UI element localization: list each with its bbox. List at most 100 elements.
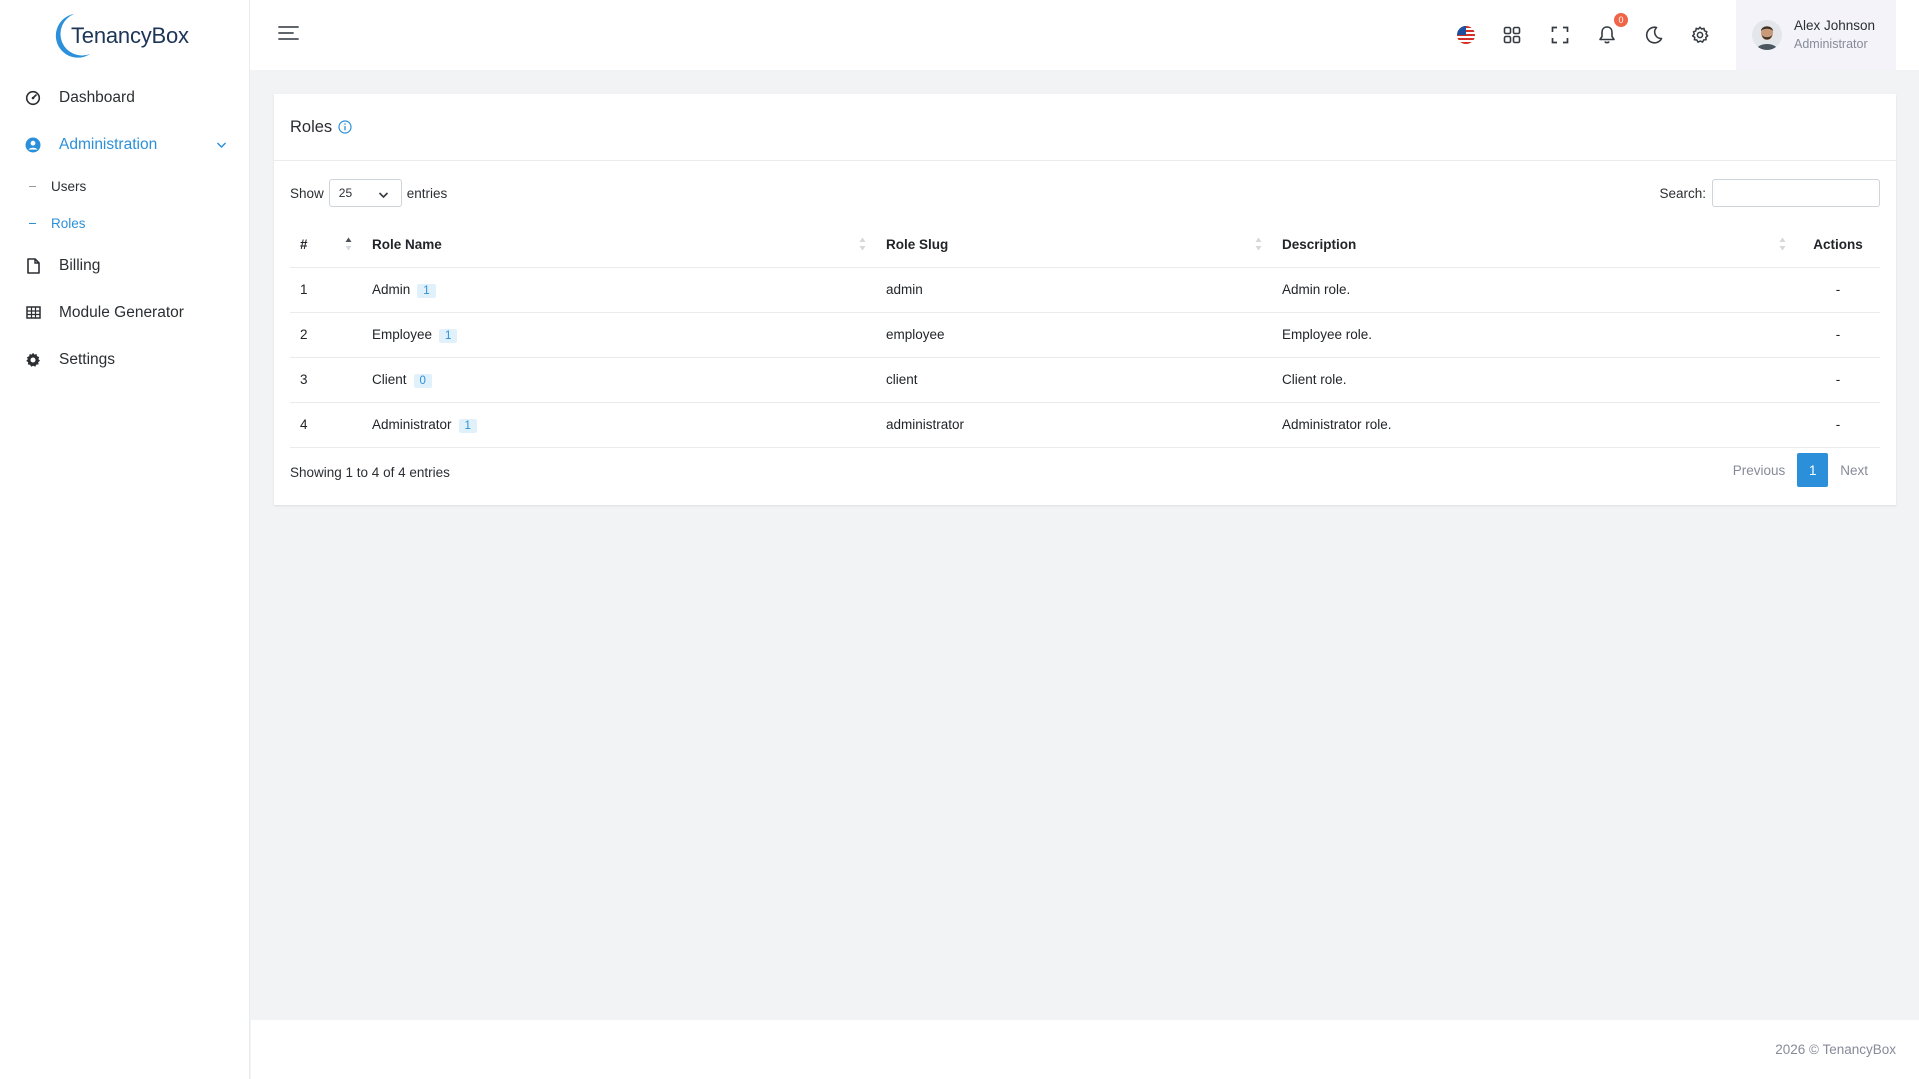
user-count-badge: 1 bbox=[417, 283, 436, 298]
file-icon bbox=[24, 257, 42, 275]
entries-select-value: 25 bbox=[338, 186, 353, 200]
page-1-button[interactable]: 1 bbox=[1797, 453, 1829, 487]
table-header-row: # Role Name Role Slug Description Action… bbox=[290, 222, 1880, 268]
dash-marker bbox=[29, 186, 36, 187]
table-row: 1 Admin 1 admin Admin role. - bbox=[290, 267, 1880, 313]
entries-select[interactable]: 25 bbox=[328, 179, 402, 207]
cell-description: Employee role. bbox=[1272, 312, 1796, 358]
dash-marker bbox=[29, 223, 36, 224]
column-header-actions: Actions bbox=[1796, 222, 1880, 268]
sidebar-item-label: Billing bbox=[59, 256, 101, 274]
sort-asc-icon bbox=[345, 237, 352, 254]
table-controls: Show 25 entries Search: bbox=[290, 178, 1880, 208]
user-name: Alex Johnson bbox=[1794, 18, 1876, 34]
topbar: 0 Alex Johnson Administrator bbox=[250, 0, 1919, 70]
sidebar-item-label: Dashboard bbox=[59, 88, 135, 106]
settings-gear-icon[interactable] bbox=[1687, 22, 1713, 48]
roles-card: Roles Show 25 entries Search: # Role Nam… bbox=[274, 94, 1896, 505]
table-row: 2 Employee 1 employee Employee role. - bbox=[290, 312, 1880, 358]
sidebar-item-settings[interactable]: Settings bbox=[0, 336, 249, 383]
role-name: Client bbox=[372, 371, 407, 387]
info-icon[interactable] bbox=[338, 120, 352, 134]
sidebar: TenancyBox Dashboard Administration User… bbox=[0, 0, 250, 1079]
entries-label: entries bbox=[406, 185, 448, 201]
column-header-label: Description bbox=[1282, 236, 1357, 252]
cell-role-name: Employee 1 bbox=[362, 312, 876, 358]
us-flag-icon[interactable] bbox=[1453, 22, 1479, 48]
sidebar-item-administration[interactable]: Administration bbox=[0, 121, 249, 168]
sort-icon bbox=[1779, 237, 1786, 254]
search-label: Search: bbox=[1659, 185, 1706, 201]
sidebar-subitem-roles[interactable]: Roles bbox=[0, 205, 249, 242]
sidebar-item-label: Settings bbox=[59, 350, 116, 368]
sort-icon bbox=[859, 237, 866, 254]
sidebar-item-label: Module Generator bbox=[59, 303, 184, 321]
cell-actions: - bbox=[1796, 267, 1880, 313]
search-input[interactable] bbox=[1712, 179, 1880, 207]
cell-role-name: Client 0 bbox=[362, 357, 876, 403]
sort-icon bbox=[1255, 237, 1262, 254]
role-name: Administrator bbox=[372, 416, 452, 432]
column-header-label: # bbox=[300, 236, 308, 252]
column-header-description[interactable]: Description bbox=[1272, 222, 1796, 268]
sidebar-subitem-users[interactable]: Users bbox=[0, 168, 249, 205]
sidebar-subitem-label: Roles bbox=[51, 216, 86, 231]
roles-table: # Role Name Role Slug Description Action… bbox=[290, 222, 1880, 448]
cell-description: Admin role. bbox=[1272, 267, 1796, 313]
column-header-role-name[interactable]: Role Name bbox=[362, 222, 876, 268]
previous-button[interactable]: Previous bbox=[1721, 453, 1798, 487]
apps-grid-icon[interactable] bbox=[1499, 22, 1525, 48]
cell-number: 3 bbox=[290, 357, 362, 403]
sidebar-item-module-generator[interactable]: Module Generator bbox=[0, 289, 249, 336]
logo[interactable]: TenancyBox bbox=[52, 12, 189, 60]
bell-icon[interactable]: 0 bbox=[1594, 12, 1629, 48]
cell-role-slug: client bbox=[876, 357, 1272, 403]
fullscreen-icon[interactable] bbox=[1547, 22, 1573, 48]
table-row: 4 Administrator 1 administrator Administr… bbox=[290, 402, 1880, 448]
column-header-label: Role Name bbox=[372, 236, 442, 252]
user-count-badge: 1 bbox=[458, 418, 477, 433]
show-label: Show bbox=[290, 185, 324, 201]
cell-role-name: Administrator 1 bbox=[362, 402, 876, 448]
next-button[interactable]: Next bbox=[1828, 453, 1880, 487]
search-wrap: Search: bbox=[1659, 179, 1880, 207]
table-row: 3 Client 0 client Client role. - bbox=[290, 357, 1880, 403]
cell-number: 2 bbox=[290, 312, 362, 358]
cell-number: 1 bbox=[290, 267, 362, 313]
role-name: Admin bbox=[372, 281, 411, 297]
page-title: Roles bbox=[290, 117, 333, 136]
cell-description: Client role. bbox=[1272, 357, 1796, 403]
brand-name: TenancyBox bbox=[71, 23, 189, 48]
sidebar-subitem-label: Users bbox=[51, 179, 87, 194]
user-meta: Alex Johnson Administrator bbox=[1794, 17, 1875, 52]
dashboard-icon bbox=[24, 89, 42, 107]
cell-role-slug: employee bbox=[876, 312, 1272, 358]
cell-role-name: Admin 1 bbox=[362, 267, 876, 313]
sidebar-item-dashboard[interactable]: Dashboard bbox=[0, 74, 249, 121]
cell-role-slug: administrator bbox=[876, 402, 1272, 448]
chevron-down-icon bbox=[378, 188, 389, 202]
user-role: Administrator bbox=[1794, 36, 1868, 51]
column-header-number[interactable]: # bbox=[290, 222, 362, 268]
chevron-down-icon bbox=[216, 141, 227, 149]
notification-count-badge: 0 bbox=[1613, 12, 1629, 28]
sidebar-item-label: Administration bbox=[59, 135, 158, 153]
cell-actions: - bbox=[1796, 402, 1880, 448]
role-name: Employee bbox=[372, 326, 433, 342]
sidebar-item-billing[interactable]: Billing bbox=[0, 242, 249, 289]
grid-icon bbox=[24, 304, 42, 322]
table-info: Showing 1 to 4 of 4 entries bbox=[290, 465, 450, 480]
user-circle-icon bbox=[24, 136, 42, 154]
cell-actions: - bbox=[1796, 312, 1880, 358]
menu-toggle-icon[interactable] bbox=[278, 25, 299, 46]
user-count-badge: 0 bbox=[413, 373, 432, 388]
cell-role-slug: admin bbox=[876, 267, 1272, 313]
page-footer: 2026 © TenancyBox bbox=[251, 1020, 1919, 1079]
user-count-badge: 1 bbox=[439, 328, 458, 343]
column-header-role-slug[interactable]: Role Slug bbox=[876, 222, 1272, 268]
user-menu[interactable]: Alex Johnson Administrator bbox=[1736, 0, 1896, 70]
cell-number: 4 bbox=[290, 402, 362, 448]
moon-icon[interactable] bbox=[1641, 22, 1667, 48]
copyright-text: 2026 © TenancyBox bbox=[1775, 1042, 1896, 1057]
gear-icon bbox=[24, 351, 42, 369]
